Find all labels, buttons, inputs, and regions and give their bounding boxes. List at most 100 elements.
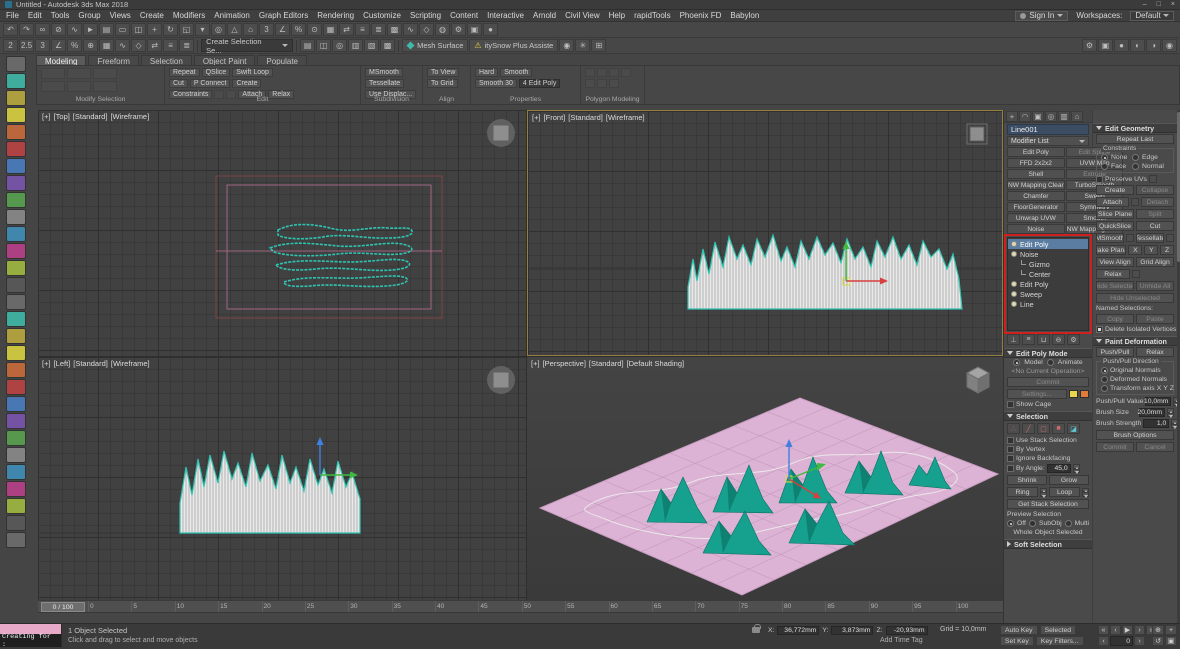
to-view-button[interactable]: To View — [427, 68, 459, 77]
viewport-menu-plus[interactable]: [+] — [532, 113, 541, 122]
preview-mode-icon[interactable] — [609, 79, 619, 88]
menu-item[interactable]: File — [6, 11, 19, 20]
relax-paint-button[interactable]: Relax — [1136, 347, 1174, 357]
hide-selected-button[interactable]: Hide Selected — [1096, 281, 1134, 291]
brush-options-button[interactable]: Brush Options — [1096, 430, 1174, 440]
msmooth-settings-icon[interactable] — [1126, 234, 1134, 242]
undo-icon[interactable]: ↶ — [3, 23, 18, 36]
tessellate-settings-icon[interactable] — [1166, 234, 1174, 242]
border-icon[interactable]: ▢ — [1037, 423, 1050, 434]
preview-off-radio[interactable] — [1007, 520, 1014, 527]
plugin-toolbar-icon[interactable] — [6, 515, 26, 531]
visibility-toggle-icon[interactable] — [1011, 301, 1017, 307]
ribbon-group-label[interactable]: Polygon Modeling — [581, 96, 644, 103]
stack-item-noise[interactable]: Noise — [1008, 249, 1088, 259]
make-planar-button[interactable]: Make Planar — [1096, 245, 1126, 255]
display-tab-icon[interactable]: ▥ — [1058, 111, 1070, 122]
ignore-backfacing-checkbox[interactable] — [1007, 455, 1014, 462]
show-end-result-icon[interactable]: ≡ — [1022, 334, 1035, 345]
vertex-mode-icon[interactable] — [585, 68, 595, 77]
current-frame-field[interactable]: 0 — [1110, 636, 1133, 646]
remove-modifier-icon[interactable]: ⊖ — [1052, 334, 1065, 345]
workspaces-selector[interactable]: Default — [1130, 11, 1174, 21]
ribbon-tab-object-paint[interactable]: Object Paint — [194, 55, 256, 65]
orbit-icon[interactable]: ↺ — [1152, 636, 1164, 646]
shrink-selection-icon[interactable] — [67, 68, 91, 79]
window-crossing-icon[interactable]: ◫ — [131, 23, 146, 36]
viewcube[interactable] — [484, 116, 518, 150]
modifier-button[interactable]: NW Mapping Clear — [1007, 180, 1065, 190]
unhide-all-button[interactable]: Unhide All — [1136, 281, 1174, 291]
snaps-toggle-icon[interactable]: 3 — [259, 23, 274, 36]
viewport-menu-shading[interactable]: [Default Shading] — [627, 359, 685, 368]
commit-button[interactable]: Commit — [1007, 377, 1089, 387]
ring-button[interactable]: Ring — [1007, 487, 1038, 497]
ring-selection-icon[interactable] — [41, 81, 65, 92]
modifier-button[interactable]: Unwrap UVW — [1007, 213, 1065, 223]
planar-z-button[interactable]: Z — [1160, 245, 1174, 255]
viewport-left[interactable]: [+] [Left] [Standard] [Wireframe] — [38, 357, 526, 600]
brush-size-spinner[interactable] — [1167, 408, 1174, 417]
plugin-toolbar-icon[interactable] — [6, 498, 26, 514]
edit-named-selection-sets-icon[interactable]: ▦ — [323, 23, 338, 36]
stack-item-edit-poly[interactable]: Edit Poly — [1008, 239, 1088, 249]
graphite-icon[interactable]: ▩ — [380, 39, 395, 52]
preview-multi-radio[interactable] — [1065, 520, 1072, 527]
schematic-view-icon[interactable]: ◇ — [419, 23, 434, 36]
constraint-none-radio[interactable] — [1101, 154, 1108, 161]
ribbon-group-label[interactable]: Subdivision — [361, 96, 422, 103]
edit-named-sets-icon[interactable]: ▦ — [99, 39, 114, 52]
layers-icon[interactable]: ≣ — [179, 39, 194, 52]
planar-x-button[interactable]: X — [1128, 245, 1142, 255]
plugin-toolbar-icon[interactable] — [6, 481, 26, 497]
push-pull-value-field[interactable]: 10,0mm — [1145, 397, 1171, 406]
ribbon-group-label[interactable]: Align — [423, 96, 470, 103]
copy-selection-button[interactable]: Copy — [1096, 314, 1134, 324]
zoom-icon[interactable]: ⊕ — [1152, 625, 1164, 635]
loop-selection-icon[interactable] — [93, 68, 117, 79]
ribbon-tab-freeform[interactable]: Freeform — [88, 55, 138, 65]
terrain-wireframe-object[interactable] — [180, 451, 360, 533]
rail-clone-icon[interactable]: ⊞ — [591, 39, 606, 52]
ribbon-group-label[interactable]: Edit — [165, 96, 360, 103]
collapse-button[interactable]: Collapse — [1136, 185, 1174, 195]
repeat-last-button[interactable]: Repeat Last — [1096, 134, 1174, 144]
hard-button[interactable]: Hard — [475, 68, 498, 77]
x-coordinate-field[interactable]: 36,772mm — [777, 626, 819, 635]
hierarchy-tab-icon[interactable]: ▣ — [1032, 111, 1044, 122]
similar-selection-icon[interactable] — [93, 81, 117, 92]
viewport-menu-renderer[interactable]: [Standard] — [73, 359, 108, 368]
snap-2d-icon[interactable]: 2 — [3, 39, 18, 52]
material-editor-icon[interactable]: ◍ — [435, 23, 450, 36]
slice-plane-button[interactable]: Slice Plane — [1096, 209, 1134, 219]
viewport-menu-renderer[interactable]: [Standard] — [589, 359, 624, 368]
mesh-surface-button[interactable]: Mesh Surface — [402, 39, 468, 52]
plugin-toolbar-icon[interactable] — [6, 141, 26, 157]
viewport-menu-shading[interactable]: [Wireframe] — [111, 359, 150, 368]
visibility-toggle-icon[interactable] — [1011, 291, 1017, 297]
maximize-button[interactable]: □ — [1157, 1, 1161, 8]
viewport-menu-shading[interactable]: [Wireframe] — [606, 113, 645, 122]
plugin-toolbar-icon[interactable] — [6, 447, 26, 463]
forest-plugin-icon[interactable]: ✳ — [575, 39, 590, 52]
brush-size-field[interactable]: 20,0mm — [1139, 408, 1165, 417]
plugin-toolbar-icon[interactable] — [6, 56, 26, 72]
scene-explorer-icon[interactable]: ▤ — [300, 39, 315, 52]
render-last-icon[interactable]: ◉ — [1162, 39, 1177, 52]
phoenix-plugin-icon[interactable]: ◉ — [559, 39, 574, 52]
y-coordinate-field[interactable]: 3,873mm — [831, 626, 873, 635]
menu-item[interactable]: Modifiers — [173, 11, 205, 20]
activeshade-icon[interactable]: ◑ — [1146, 39, 1161, 52]
select-manipulate-icon[interactable]: △ — [227, 23, 242, 36]
plugin-toolbar-icon[interactable] — [6, 396, 26, 412]
create-tab-icon[interactable]: + — [1006, 111, 1018, 122]
grow-button[interactable]: Grow — [1049, 475, 1089, 485]
smoothing-group-field[interactable]: 4 Edit Poly — [519, 79, 560, 88]
constraint-edge-radio[interactable] — [1132, 154, 1139, 161]
plugin-toolbar-icon[interactable] — [6, 209, 26, 225]
manage-scene-states-icon[interactable]: ▧ — [364, 39, 379, 52]
plugin-toolbar-icon[interactable] — [6, 260, 26, 276]
menu-item[interactable]: Help — [609, 11, 625, 20]
modifier-stack[interactable]: Edit Poly Noise Gizmo Center Edit Poly S… — [1007, 237, 1089, 331]
plugin-toolbar-icon[interactable] — [6, 345, 26, 361]
